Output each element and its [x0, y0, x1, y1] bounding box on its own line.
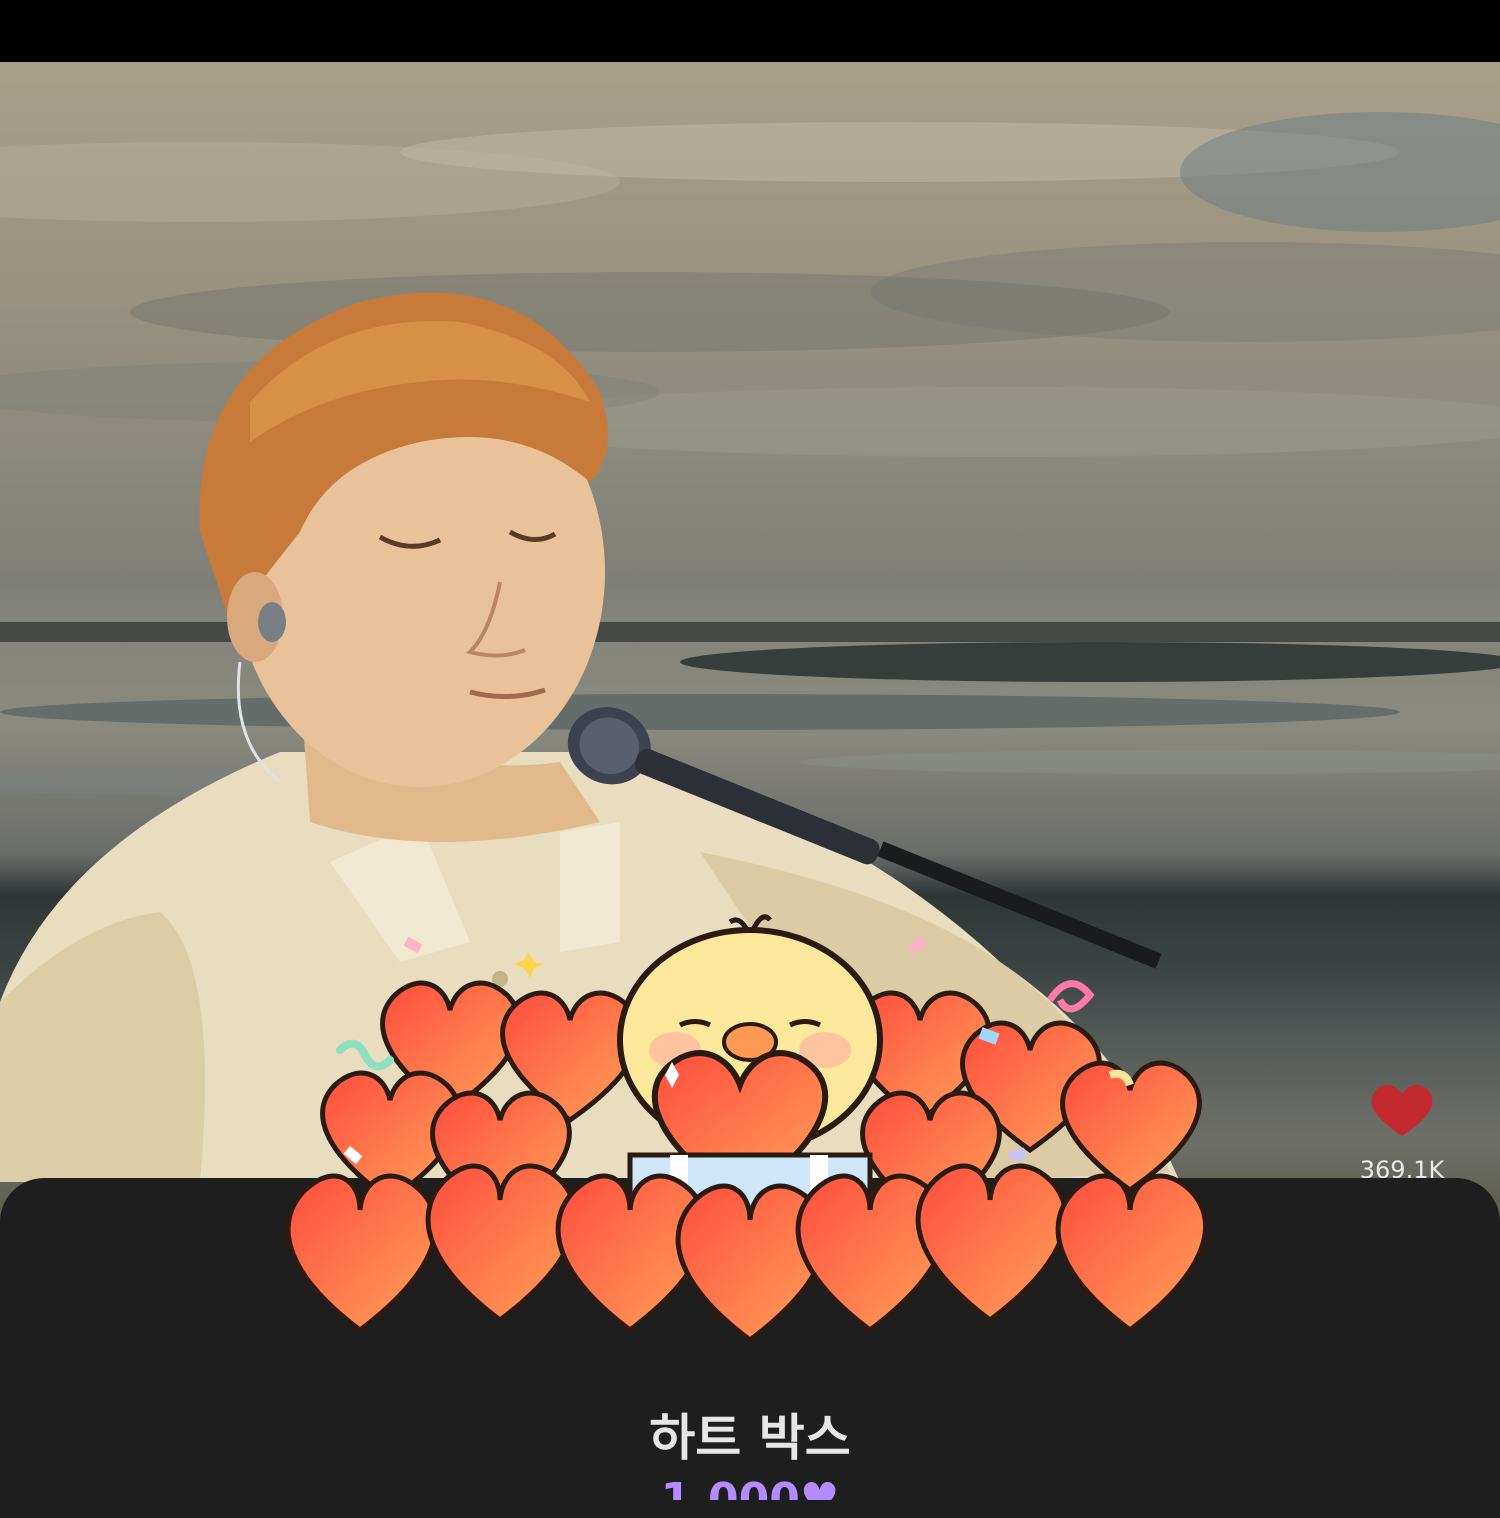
- status-bar: [0, 0, 1500, 62]
- gift-price: 1,000♥: [0, 1478, 1500, 1500]
- gift-name: 하트 박스: [649, 1409, 851, 1467]
- chick-with-hearts-sticker: [285, 914, 1208, 1344]
- heart-icon[interactable]: [1362, 1080, 1442, 1138]
